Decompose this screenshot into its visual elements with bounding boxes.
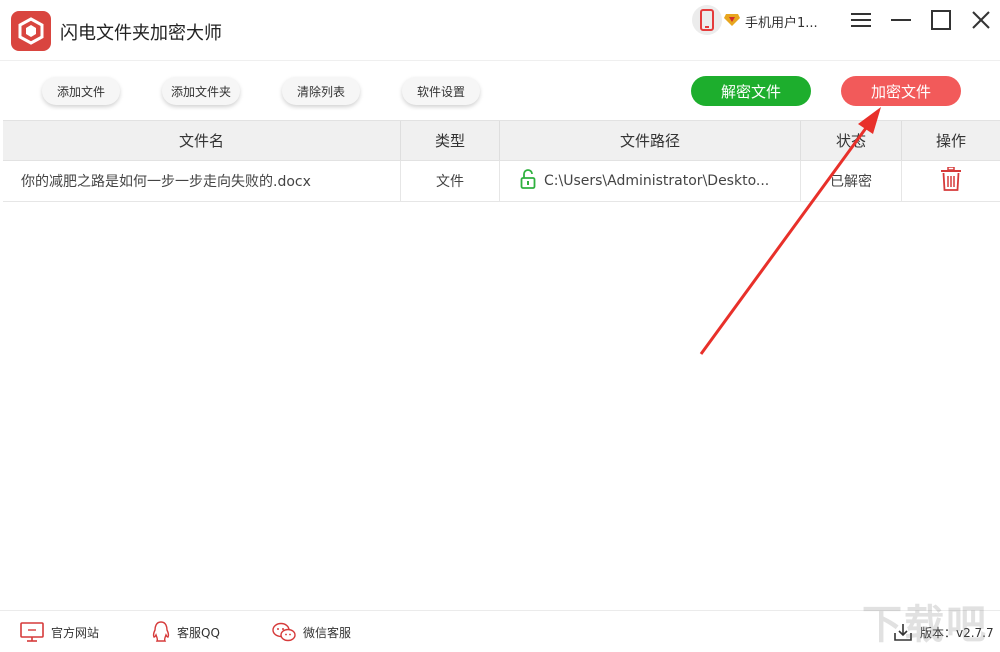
settings-button[interactable]: 软件设置 xyxy=(402,77,480,105)
column-header-path: 文件路径 xyxy=(500,121,801,160)
file-type-cell: 文件 xyxy=(401,161,500,201)
maximize-icon[interactable] xyxy=(927,6,955,34)
unlock-icon xyxy=(520,169,536,193)
column-header-filename: 文件名 xyxy=(3,121,401,160)
official-site-label: 官方网站 xyxy=(51,625,100,640)
qq-penguin-icon xyxy=(152,621,170,642)
clear-list-button[interactable]: 清除列表 xyxy=(282,77,360,105)
user-avatar[interactable] xyxy=(692,5,722,35)
add-folder-button[interactable]: 添加文件夹 xyxy=(162,77,240,105)
decrypt-file-button[interactable]: 解密文件 xyxy=(691,76,811,106)
file-table: 文件名 类型 文件路径 状态 操作 你的减肥之路是如何一步一步走向失败的.doc… xyxy=(3,120,1000,202)
wechat-support-link[interactable]: 微信客服 xyxy=(272,621,351,643)
file-path-cell: C:\Users\Administrator\Deskto... xyxy=(500,161,801,201)
support-qq-label: 客服QQ xyxy=(177,625,220,640)
wechat-support-label: 微信客服 xyxy=(303,625,352,640)
action-cell xyxy=(902,161,1000,201)
wechat-icon xyxy=(272,622,296,642)
column-header-action: 操作 xyxy=(935,132,966,150)
monitor-icon xyxy=(20,622,44,642)
menu-icon[interactable] xyxy=(847,6,875,34)
file-path-text: C:\Users\Administrator\Deskto... xyxy=(544,173,770,189)
add-file-button[interactable]: 添加文件 xyxy=(42,77,120,105)
title-bar: 闪电文件夹加密大师 手机用户1... xyxy=(0,0,1000,60)
official-site-link[interactable]: 官方网站 xyxy=(20,621,99,643)
watermark-text: 下载吧 xyxy=(862,602,988,648)
table-row[interactable]: 你的减肥之路是如何一步一步走向失败的.docx 文件 C:\Users\Admi… xyxy=(3,161,1000,202)
delete-trash-icon[interactable] xyxy=(941,166,961,195)
user-name[interactable]: 手机用户1... xyxy=(745,12,818,31)
minimize-icon[interactable] xyxy=(887,6,915,34)
column-header-status: 状态 xyxy=(801,121,902,160)
footer-bar: 官方网站 客服QQ 微信客服 版本：v2.7.7 xyxy=(0,610,1000,652)
column-header-type: 类型 xyxy=(401,121,500,160)
status-cell: 已解密 xyxy=(801,161,902,201)
support-qq-link[interactable]: 客服QQ xyxy=(152,621,220,643)
toolbar: 添加文件 添加文件夹 清除列表 软件设置 解密文件 加密文件 xyxy=(0,60,1000,118)
app-title: 闪电文件夹加密大师 xyxy=(60,23,222,44)
file-name-cell: 你的减肥之路是如何一步一步走向失败的.docx xyxy=(3,161,401,201)
vip-diamond-icon xyxy=(724,12,740,31)
encrypt-file-button[interactable]: 加密文件 xyxy=(841,76,961,106)
table-header: 文件名 类型 文件路径 状态 操作 xyxy=(3,120,1000,161)
app-logo xyxy=(11,11,51,51)
close-icon[interactable] xyxy=(967,6,995,34)
